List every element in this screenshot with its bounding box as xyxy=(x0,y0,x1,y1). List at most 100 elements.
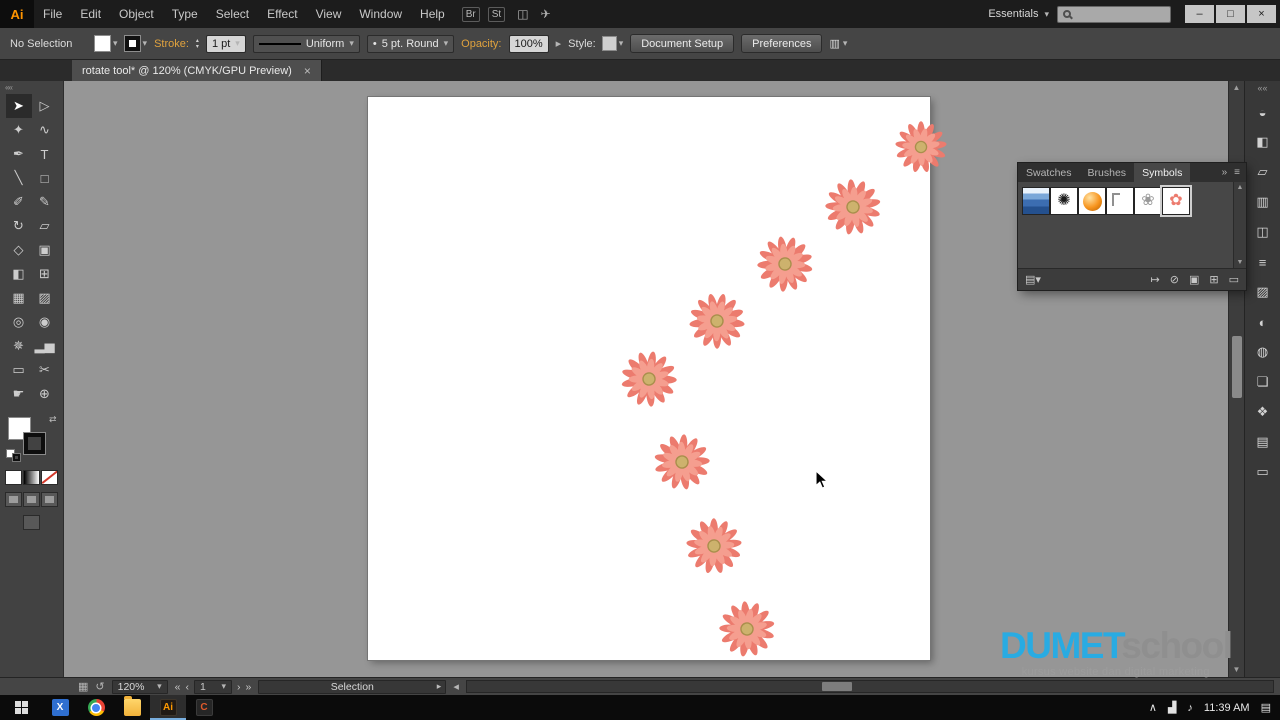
gradient-panel-icon[interactable]: ▨ xyxy=(1245,277,1280,307)
opacity-label[interactable]: Opacity: xyxy=(461,38,501,50)
stroke-weight-field[interactable]: 1 pt ▾ xyxy=(205,34,246,53)
zoom-dropdown[interactable]: 120% ▾ xyxy=(111,679,168,694)
stroke-label[interactable]: Stroke: xyxy=(154,38,189,50)
taskbar-folder[interactable] xyxy=(114,695,150,720)
menu-object[interactable]: Object xyxy=(110,0,163,28)
direct-selection-tool[interactable]: ▷ xyxy=(32,94,58,118)
magic-wand-tool[interactable]: ✦ xyxy=(6,118,32,142)
flower-symbol-1[interactable] xyxy=(895,121,947,173)
expand-panels-icon[interactable]: «« xyxy=(1257,83,1267,97)
width-profile-dropdown[interactable]: Uniform ▾ xyxy=(252,34,360,53)
none-mode-button[interactable] xyxy=(42,471,57,484)
spin-down-icon[interactable]: ▾ xyxy=(196,44,199,50)
rotate-view-icon[interactable]: ↺ xyxy=(95,680,104,693)
stroke-weight-stepper[interactable]: ▴ ▾ xyxy=(196,38,199,50)
taskbar-app-c[interactable]: C xyxy=(186,695,222,720)
tick-mark-symbol[interactable] xyxy=(1107,188,1133,214)
panel-tab-swatches[interactable]: Swatches xyxy=(1018,163,1080,182)
menu-effect[interactable]: Effect xyxy=(258,0,306,28)
workspace-switcher[interactable]: Essentials ▾ xyxy=(988,8,1049,20)
scale-tool[interactable]: ▱ xyxy=(32,214,58,238)
symbol-sprayer-tool[interactable]: ✵ xyxy=(6,334,32,358)
style-dropdown[interactable]: ▾ xyxy=(602,37,623,50)
align-panel-icon[interactable]: ▥ xyxy=(1245,187,1280,217)
selection-tool[interactable]: ➤ xyxy=(5,94,32,118)
artboards-panel-icon[interactable]: ▭ xyxy=(1245,457,1280,487)
scroll-left-icon[interactable]: ◂ xyxy=(453,680,459,693)
graphic-styles-panel-icon[interactable]: ❏ xyxy=(1245,367,1280,397)
pathfinder-panel-icon[interactable]: ◫ xyxy=(1245,217,1280,247)
mesh-tool[interactable]: ▦ xyxy=(6,286,32,310)
arrange-documents-icon[interactable]: ◫ xyxy=(517,7,528,21)
start-button[interactable] xyxy=(0,695,42,720)
pencil-tool[interactable]: ✎ xyxy=(32,190,58,214)
status-grid-icon[interactable]: ▦ xyxy=(78,680,88,693)
opacity-flyout-icon[interactable]: ▸ xyxy=(556,37,562,50)
type-tool[interactable]: T xyxy=(32,142,58,166)
quick-button-st[interactable]: St xyxy=(487,6,506,22)
panel-menu-icon[interactable]: ≡ xyxy=(1234,167,1240,178)
document-setup-button[interactable]: Document Setup xyxy=(630,34,735,53)
artboard[interactable] xyxy=(368,97,947,660)
menu-window[interactable]: Window xyxy=(350,0,411,28)
tab-close-icon[interactable]: × xyxy=(304,64,311,78)
hand-tool[interactable]: ☛ xyxy=(6,382,32,406)
ink-splatter-symbol[interactable]: ✺ xyxy=(1051,188,1077,214)
network-icon[interactable]: ▟ xyxy=(1168,701,1176,714)
zoom-tool[interactable]: ⊕ xyxy=(32,382,58,406)
lasso-tool[interactable]: ∿ xyxy=(32,118,58,142)
menu-help[interactable]: Help xyxy=(411,0,454,28)
stroke-panel-icon[interactable]: ≡ xyxy=(1245,247,1280,277)
color-panel-icon[interactable]: ◒ xyxy=(1245,97,1280,127)
fill-color-dropdown[interactable]: ▾ xyxy=(95,36,118,51)
previous-artboard-button[interactable]: ‹ xyxy=(185,681,189,693)
opacity-field[interactable]: 100% xyxy=(508,34,549,53)
action-center-icon[interactable]: ▤ xyxy=(1261,701,1271,714)
menu-edit[interactable]: Edit xyxy=(71,0,110,28)
volume-icon[interactable]: ♪ xyxy=(1187,702,1193,714)
last-artboard-button[interactable]: » xyxy=(245,681,251,693)
flower-symbol-4[interactable] xyxy=(681,285,753,357)
search-input[interactable] xyxy=(1057,5,1171,23)
ocean-stripes-symbol[interactable] xyxy=(1023,188,1049,214)
vertical-scroll-thumb[interactable] xyxy=(1231,336,1242,398)
panel-tab-symbols[interactable]: Symbols xyxy=(1134,163,1191,182)
document-tab[interactable]: rotate tool* @ 120% (CMYK/GPU Preview) × xyxy=(72,60,322,81)
symbols-panel-icon[interactable]: ❖ xyxy=(1245,397,1280,427)
menu-view[interactable]: View xyxy=(307,0,351,28)
stroke-color-swatch[interactable] xyxy=(23,433,45,454)
taskbar-app-x[interactable]: X xyxy=(42,695,78,720)
restore-button[interactable]: □ xyxy=(1216,5,1245,23)
default-fill-stroke-icon[interactable] xyxy=(6,450,20,461)
panel-expand-icon[interactable]: » xyxy=(1222,167,1228,178)
gradient-tool[interactable]: ▨ xyxy=(32,286,58,310)
line-segment-tool[interactable]: ╲ xyxy=(6,166,32,190)
brush-dropdown[interactable]: • 5 pt. Round ▾ xyxy=(366,34,455,53)
delete-symbol-icon[interactable]: ▭ xyxy=(1229,273,1239,286)
next-artboard-button[interactable]: › xyxy=(237,681,241,693)
stroke-color-dropdown[interactable]: ▾ xyxy=(124,36,147,51)
place-symbol-icon[interactable]: ↦ xyxy=(1151,273,1160,286)
break-link-icon[interactable]: ⊘ xyxy=(1170,273,1179,286)
align-dropdown[interactable]: ▥ ▾ xyxy=(829,37,847,50)
flower-outline-symbol[interactable]: ❀ xyxy=(1135,188,1161,214)
flower-symbol-3[interactable] xyxy=(745,224,824,303)
symbol-libraries-icon[interactable]: ▤▾ xyxy=(1025,274,1041,286)
coral-daisy-symbol[interactable]: ✿ xyxy=(1163,188,1189,214)
horizontal-scrollbar[interactable] xyxy=(465,680,1274,693)
flower-symbol-5[interactable] xyxy=(620,350,678,408)
flower-symbol-7[interactable] xyxy=(674,506,753,585)
appearance-panel-icon[interactable]: ◍ xyxy=(1245,337,1280,367)
clock[interactable]: 11:39 AM xyxy=(1204,702,1250,714)
new-symbol-icon[interactable]: ⊞ xyxy=(1209,273,1218,286)
taskbar-chrome[interactable] xyxy=(78,695,114,720)
flower-symbol-2[interactable] xyxy=(816,170,889,243)
collapse-tools-icon[interactable]: «« xyxy=(0,81,63,94)
pen-tool[interactable]: ✒ xyxy=(6,142,32,166)
shape-builder-tool[interactable]: ◧ xyxy=(6,262,32,286)
eyedropper-tool[interactable]: ◎ xyxy=(6,310,32,334)
flower-symbol-8[interactable] xyxy=(711,593,782,664)
free-transform-tool[interactable]: ▣ xyxy=(32,238,58,262)
scroll-up-icon[interactable]: ▲ xyxy=(1237,184,1244,191)
color-guide-panel-icon[interactable]: ◧ xyxy=(1245,127,1280,157)
